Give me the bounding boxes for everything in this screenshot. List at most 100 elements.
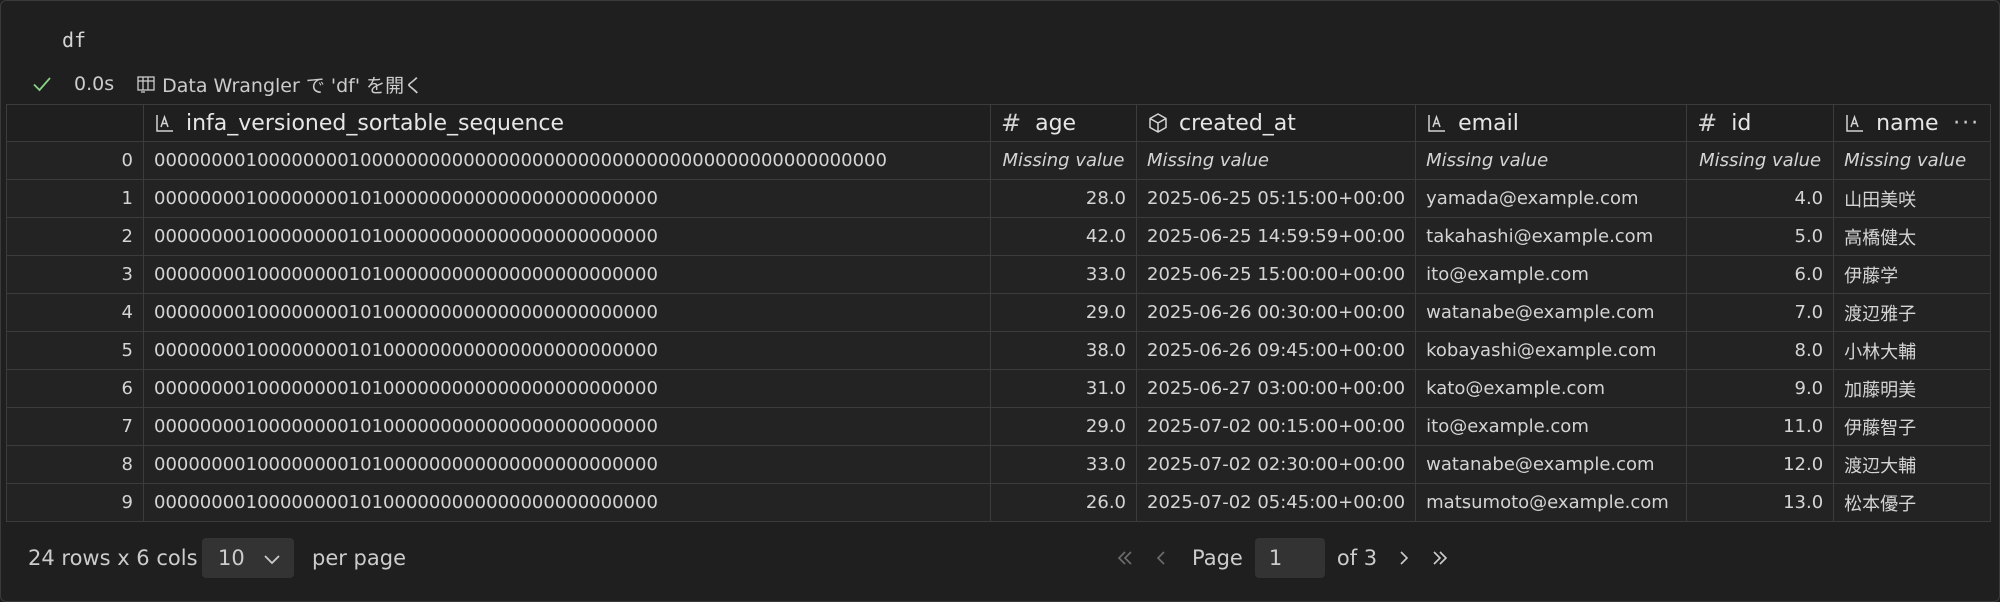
row-index: 4 (6, 293, 144, 332)
cell-created_at[interactable]: 2025-06-25 14:59:59+00:00 (1135, 217, 1417, 256)
column-header-name[interactable]: name ··· (1833, 104, 1992, 142)
cell-name[interactable]: 山田美咲 (1833, 179, 1992, 218)
cell-email[interactable]: Missing value (1415, 141, 1688, 180)
cell-age[interactable]: 38.0 (990, 331, 1137, 370)
cell-email[interactable]: matsumoto@example.com (1415, 483, 1688, 522)
table-row: 7 000000001000000001010000000000000000000… (6, 407, 1992, 446)
cell-seq[interactable]: 0000000010000000010100000000000000000000… (143, 293, 991, 332)
cell-seq[interactable]: 0000000010000000010100000000000000000000… (143, 483, 991, 522)
cell-created_at[interactable]: Missing value (1135, 141, 1417, 180)
cell-age[interactable]: 29.0 (990, 407, 1137, 446)
cell-id[interactable]: Missing value (1686, 141, 1835, 180)
page-number-input[interactable] (1254, 538, 1325, 578)
chevron-down-icon (264, 555, 280, 565)
cell-id[interactable]: 6.0 (1686, 255, 1835, 294)
rows-cols-count: 24 rows x 6 cols (28, 546, 198, 570)
column-name: infa_versioned_sortable_sequence (186, 110, 565, 136)
table-row: 2 000000001000000001010000000000000000000… (6, 217, 1992, 256)
double-chevron-right-icon (1433, 551, 1448, 565)
cell-seq[interactable]: 0000000010000000010100000000000000000000… (143, 179, 991, 218)
cell-created_at[interactable]: 2025-06-26 00:30:00+00:00 (1135, 293, 1417, 332)
table-row: 1 000000001000000001010000000000000000000… (6, 179, 1992, 218)
cell-email[interactable]: ito@example.com (1415, 407, 1688, 446)
cell-name[interactable]: Missing value (1833, 141, 1992, 180)
cell-age[interactable]: 28.0 (990, 179, 1137, 218)
cell-seq[interactable]: 0000000010000000010100000000000000000000… (143, 331, 991, 370)
cell-created_at[interactable]: 2025-06-27 03:00:00+00:00 (1135, 369, 1417, 408)
next-page-button[interactable] (1389, 543, 1419, 573)
cell-seq[interactable]: 0000000010000000010000000000000000000000… (143, 141, 991, 180)
cell-id[interactable]: 4.0 (1686, 179, 1835, 218)
cell-email[interactable]: watanabe@example.com (1415, 445, 1688, 484)
column-header-age[interactable]: # age (990, 104, 1137, 142)
cell-id[interactable]: 12.0 (1686, 445, 1835, 484)
column-name: created_at (1179, 110, 1296, 136)
cell-id[interactable]: 9.0 (1686, 369, 1835, 408)
open-data-wrangler-link[interactable]: Data Wrangler で 'df' を開く (136, 71, 423, 98)
row-index: 2 (6, 217, 144, 256)
cell-seq[interactable]: 0000000010000000010100000000000000000000… (143, 217, 991, 256)
cell-name[interactable]: 伊藤智子 (1833, 407, 1992, 446)
cell-age[interactable]: 29.0 (990, 293, 1137, 332)
cell-seq[interactable]: 0000000010000000010100000000000000000000… (143, 445, 991, 484)
cell-name[interactable]: 松本優子 (1833, 483, 1992, 522)
table-row: 9 000000001000000001010000000000000000000… (6, 483, 1992, 522)
string-icon (156, 114, 173, 132)
page-size-value: 10 (218, 546, 245, 570)
cell-email[interactable]: watanabe@example.com (1415, 293, 1688, 332)
cell-created_at[interactable]: 2025-07-02 05:45:00+00:00 (1135, 483, 1417, 522)
cell-id[interactable]: 8.0 (1686, 331, 1835, 370)
double-chevron-left-icon (1117, 551, 1132, 565)
cell-age[interactable]: 31.0 (990, 369, 1137, 408)
cell-email[interactable]: kato@example.com (1415, 369, 1688, 408)
total-pages-label: of 3 (1336, 546, 1378, 570)
cell-age[interactable]: 33.0 (990, 255, 1137, 294)
cell-seq[interactable]: 0000000010000000010100000000000000000000… (143, 407, 991, 446)
cell-name[interactable]: 高橋健太 (1833, 217, 1992, 256)
cell-name[interactable]: 小林大輔 (1833, 331, 1992, 370)
column-header-id[interactable]: # id (1686, 104, 1835, 142)
row-index: 6 (6, 369, 144, 408)
column-header-email[interactable]: email (1415, 104, 1688, 142)
prev-page-button[interactable] (1146, 543, 1176, 573)
row-index: 5 (6, 331, 144, 370)
string-icon (1428, 114, 1446, 132)
table-row: 4 000000001000000001010000000000000000000… (6, 293, 1992, 332)
cell-age[interactable]: Missing value (990, 141, 1137, 180)
cell-name[interactable]: 加藤明美 (1833, 369, 1992, 408)
execution-time: 0.0s (74, 73, 115, 95)
header-row: infa_versioned_sortable_sequence # age c… (6, 104, 1992, 142)
cell-created_at[interactable]: 2025-07-02 02:30:00+00:00 (1135, 445, 1417, 484)
cell-id[interactable]: 13.0 (1686, 483, 1835, 522)
cell-name[interactable]: 伊藤学 (1833, 255, 1992, 294)
cell-email[interactable]: ito@example.com (1415, 255, 1688, 294)
cell-id[interactable]: 7.0 (1686, 293, 1835, 332)
cell-seq[interactable]: 0000000010000000010100000000000000000000… (143, 369, 991, 408)
cell-email[interactable]: takahashi@example.com (1415, 217, 1688, 256)
cell-created_at[interactable]: 2025-06-26 09:45:00+00:00 (1135, 331, 1417, 370)
cell-created_at[interactable]: 2025-06-25 15:00:00+00:00 (1135, 255, 1417, 294)
page-size-select[interactable]: 10 (202, 538, 294, 578)
cell-id[interactable]: 5.0 (1686, 217, 1835, 256)
more-options-icon[interactable]: ··· (1953, 111, 1980, 136)
cell-age[interactable]: 42.0 (990, 217, 1137, 256)
cell-created_at[interactable]: 2025-06-25 05:15:00+00:00 (1135, 179, 1417, 218)
column-header-infa_versioned_sortable_sequence[interactable]: infa_versioned_sortable_sequence (143, 104, 991, 142)
cell-email[interactable]: kobayashi@example.com (1415, 331, 1688, 370)
row-index: 0 (6, 141, 144, 180)
table-row: 6 000000001000000001010000000000000000000… (6, 369, 1992, 408)
cell-name[interactable]: 渡辺雅子 (1833, 293, 1992, 332)
code-text[interactable]: df (62, 28, 86, 52)
cell-email[interactable]: yamada@example.com (1415, 179, 1688, 218)
cell-seq[interactable]: 0000000010000000010100000000000000000000… (143, 255, 991, 294)
cell-age[interactable]: 26.0 (990, 483, 1137, 522)
data-wrangler-label: Data Wrangler で 'df' を開く (162, 74, 424, 97)
first-page-button[interactable] (1110, 543, 1140, 573)
last-page-button[interactable] (1425, 543, 1455, 573)
cell-age[interactable]: 33.0 (990, 445, 1137, 484)
cell-name[interactable]: 渡辺大輔 (1833, 445, 1992, 484)
cell-created_at[interactable]: 2025-07-02 00:15:00+00:00 (1135, 407, 1417, 446)
column-header-created_at[interactable]: created_at (1135, 104, 1417, 142)
cube-icon (1149, 113, 1167, 133)
cell-id[interactable]: 11.0 (1686, 407, 1835, 446)
